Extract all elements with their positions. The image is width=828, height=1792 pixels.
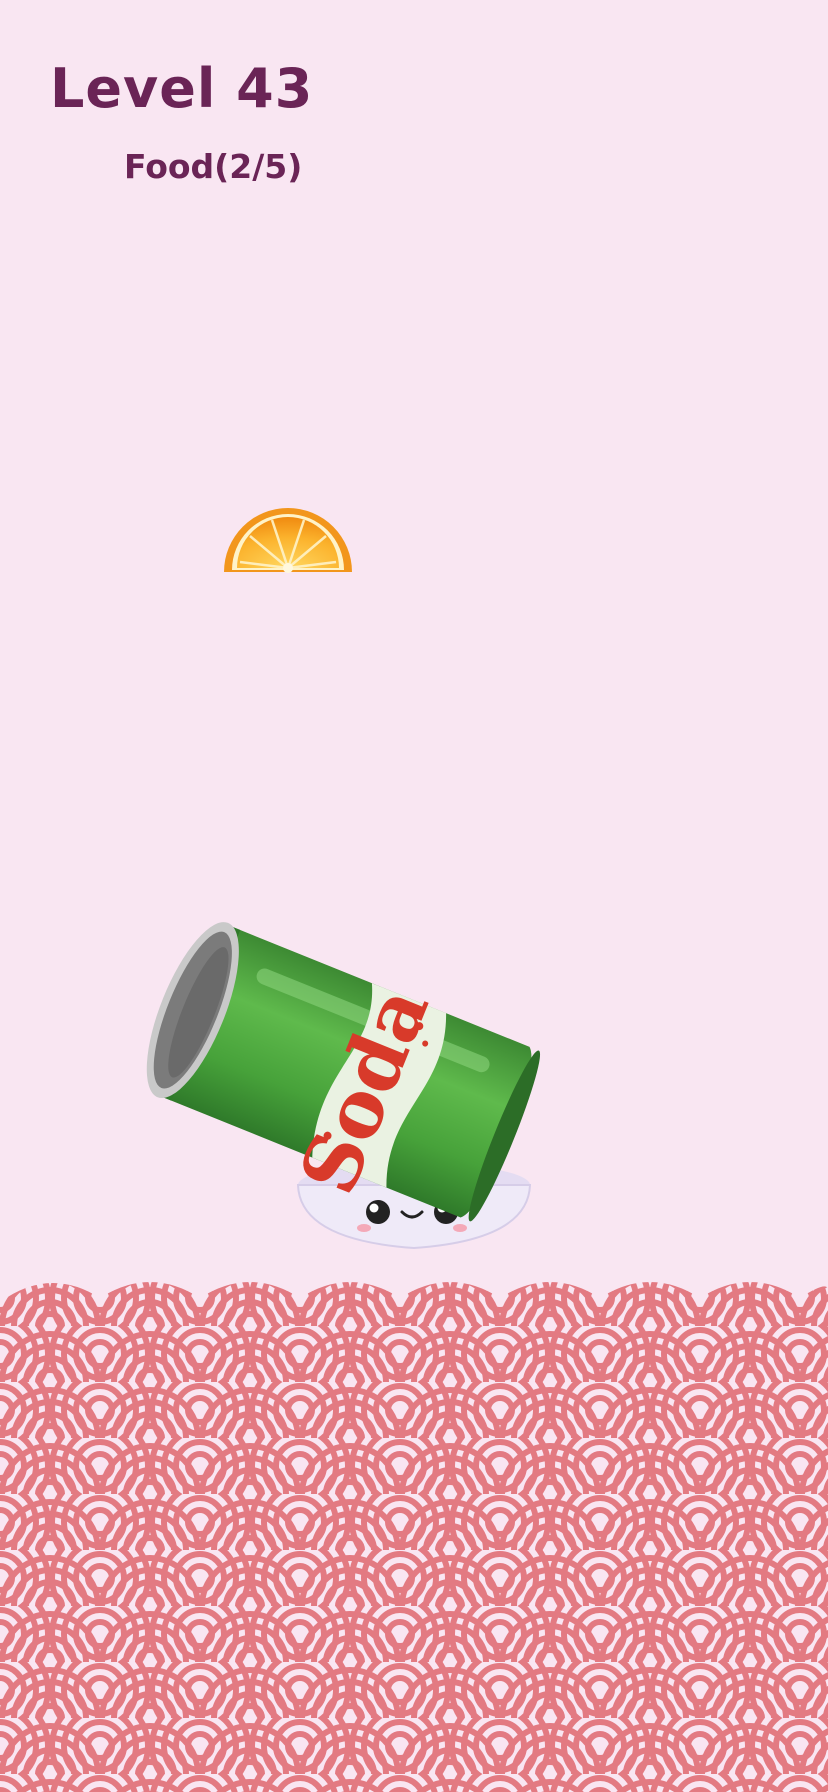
soda-can-on-bowl[interactable]: Soda (120, 900, 560, 1260)
food-counter: Food(2/5) (124, 147, 303, 186)
level-title: Level 43 (50, 57, 314, 120)
orange-slice[interactable] (220, 500, 356, 580)
wave-pattern-floor (0, 1282, 828, 1792)
